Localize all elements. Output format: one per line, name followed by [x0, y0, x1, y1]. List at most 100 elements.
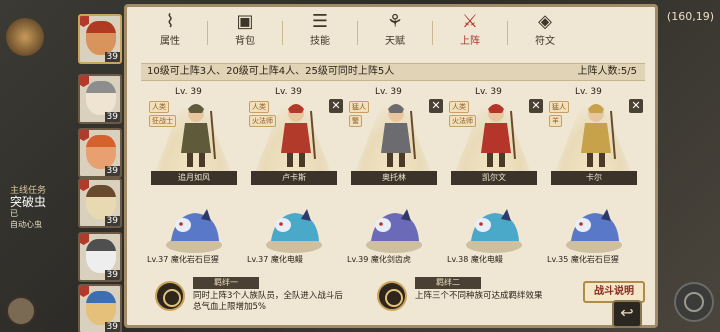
hero-card[interactable]: Lv. 39 猛人羊卡尔 Lv.35 魔化岩石巨猩 ✕	[547, 85, 643, 275]
hero-name: 奥托林	[351, 171, 437, 185]
hero-name: 凯尔文	[451, 171, 537, 185]
coordinates-readout: (160,19)	[666, 10, 714, 23]
bond-one-icon[interactable]	[155, 281, 185, 311]
tab-bar: ⌇ 属性 ▣ 背包 ☰ 技能 ⚘ 天赋 ⚔ 上阵 ◈ 符文	[127, 7, 655, 51]
crossed-swords-icon: ⚔	[461, 11, 479, 32]
class-badge: 火法师	[449, 115, 476, 127]
pet-label: Lv.35 魔化岩石巨猩	[547, 255, 619, 264]
pet-figure	[161, 205, 227, 255]
bond-description: 上阵三个不同种族可达成羁绊效果	[415, 291, 543, 302]
hero-roster: 39 39 39 39 39 39	[74, 12, 124, 332]
pet-figure	[561, 205, 627, 255]
quest-line: 已	[10, 209, 18, 218]
rank-banner-icon	[80, 234, 89, 245]
tab-0[interactable]: ⌇ 属性	[141, 7, 199, 51]
race-badge: 猛人	[549, 101, 569, 113]
remove-hero-close-icon[interactable]: ✕	[629, 99, 643, 113]
tab-label: 天赋	[385, 36, 405, 47]
rank-banner-icon	[80, 76, 89, 87]
rank-banner-icon	[80, 130, 89, 141]
pet-figure	[361, 205, 427, 255]
hero-portrait	[86, 185, 116, 219]
class-badge: 警	[349, 115, 362, 127]
pet-figure	[461, 205, 527, 255]
menu-ring-icon[interactable]	[674, 282, 714, 322]
avatar-button-icon[interactable]	[6, 296, 36, 326]
rank-banner-icon	[80, 16, 89, 27]
race-badge: 猛人	[349, 101, 369, 113]
bond-desc-line: 上阵三个不同种族可达成羁绊效果	[415, 291, 543, 301]
rune-icon: ◈	[538, 11, 552, 32]
hero-portrait	[86, 239, 116, 273]
bond-title: 羁绊二	[415, 277, 481, 289]
remove-hero-close-icon[interactable]: ✕	[529, 99, 543, 113]
tab-divider	[357, 21, 358, 45]
tab-label: 属性	[160, 36, 180, 47]
roster-hero-slot[interactable]: 39	[78, 178, 122, 228]
hero-card[interactable]: Lv. 39 人类 火法师 卢卡斯 Lv.37 魔化电鳗 ✕	[247, 85, 343, 275]
hero-card[interactable]: Lv. 39 人类 火法师 凯尔文 Lv.38 魔化电鳗 ✕	[447, 85, 543, 275]
quest-line: 自动心虫	[10, 220, 42, 229]
pet-label: Lv.39 魔化剑齿虎	[347, 255, 411, 264]
bond-description: 同时上阵3个人族队员，全队进入战斗后 总气血上限增加5%	[193, 291, 343, 313]
tab-5[interactable]: ◈ 符文	[516, 7, 574, 51]
backpack-icon: ▣	[236, 11, 254, 32]
tab-divider	[432, 21, 433, 45]
bond-title: 羁绊一	[193, 277, 259, 289]
rank-banner-icon	[80, 180, 89, 191]
class-badge: 狂战士	[149, 115, 176, 127]
bond-desc-line: 总气血上限增加5%	[193, 302, 266, 312]
hero-level: Lv. 39	[475, 87, 502, 97]
bond-desc-line: 同时上阵3个人族队员，全队进入战斗后	[193, 291, 343, 301]
sun-emblem-icon	[6, 18, 44, 56]
tab-2[interactable]: ☰ 技能	[291, 7, 349, 51]
hero-level: 39	[104, 216, 120, 226]
hero-level: 39	[104, 322, 120, 332]
back-button[interactable]: ↩	[612, 300, 642, 328]
deployed-heroes: Lv. 39 人类 狂战士 追月如风 Lv.37 魔化岩石巨猩 Lv. 39 人类 火法…	[147, 85, 647, 275]
bond-two-icon[interactable]	[377, 281, 407, 311]
tab-3[interactable]: ⚘ 天赋	[366, 7, 424, 51]
tab-label: 符文	[535, 36, 555, 47]
hero-portrait	[86, 135, 116, 169]
hero-name: 追月如风	[151, 171, 237, 185]
roster-hero-slot[interactable]: 39	[78, 128, 122, 178]
remove-hero-close-icon[interactable]: ✕	[429, 99, 443, 113]
hero-level: Lv. 39	[275, 87, 302, 97]
flame-icon: ⌇	[165, 11, 175, 32]
roster-hero-slot[interactable]: 39	[78, 284, 122, 332]
main-quest-tracker[interactable]: 主线任务 突破虫 已 自动心虫	[10, 186, 70, 230]
tab-4[interactable]: ⚔ 上阵	[441, 7, 499, 51]
tab-label: 上阵	[460, 36, 480, 47]
tab-label: 技能	[310, 36, 330, 47]
roster-hero-slot[interactable]: 39	[78, 74, 122, 124]
tab-divider	[282, 21, 283, 45]
hero-level: Lv. 39	[575, 87, 602, 97]
tab-divider	[207, 21, 208, 45]
hero-portrait	[86, 81, 116, 115]
remove-hero-close-icon[interactable]: ✕	[329, 99, 343, 113]
hero-figure	[373, 101, 419, 171]
hero-card[interactable]: Lv. 39 人类 狂战士 追月如风 Lv.37 魔化岩石巨猩	[147, 85, 243, 275]
hero-level: 39	[104, 112, 120, 122]
hero-card[interactable]: Lv. 39 猛人警奥托林 Lv.39 魔化剑齿虎 ✕	[347, 85, 443, 275]
race-badge: 人类	[149, 101, 169, 113]
pet-figure	[261, 205, 327, 255]
tab-1[interactable]: ▣ 背包	[216, 7, 274, 51]
hero-level: 39	[104, 52, 120, 62]
hero-figure	[173, 101, 219, 171]
roster-hero-slot[interactable]: 39	[78, 14, 122, 64]
pet-label: Lv.38 魔化电鳗	[447, 255, 503, 264]
hero-level: 39	[104, 270, 120, 280]
pet-label: Lv.37 魔化电鳗	[247, 255, 303, 264]
hero-portrait	[86, 21, 116, 55]
class-badge: 火法师	[249, 115, 276, 127]
hero-level: Lv. 39	[375, 87, 402, 97]
hero-portrait	[86, 291, 116, 325]
pet-label: Lv.37 魔化岩石巨猩	[147, 255, 219, 264]
tab-divider	[507, 21, 508, 45]
deploy-count: 上阵人数:5/5	[577, 66, 637, 77]
formation-panel: ⌇ 属性 ▣ 背包 ☰ 技能 ⚘ 天赋 ⚔ 上阵 ◈ 符文 10级可上阵3人、20级可上阵4人、25级…	[124, 4, 658, 328]
roster-hero-slot[interactable]: 39	[78, 232, 122, 282]
bond-one: 羁绊一 同时上阵3个人族队员，全队进入战斗后 总气血上限增加5%	[155, 277, 365, 323]
